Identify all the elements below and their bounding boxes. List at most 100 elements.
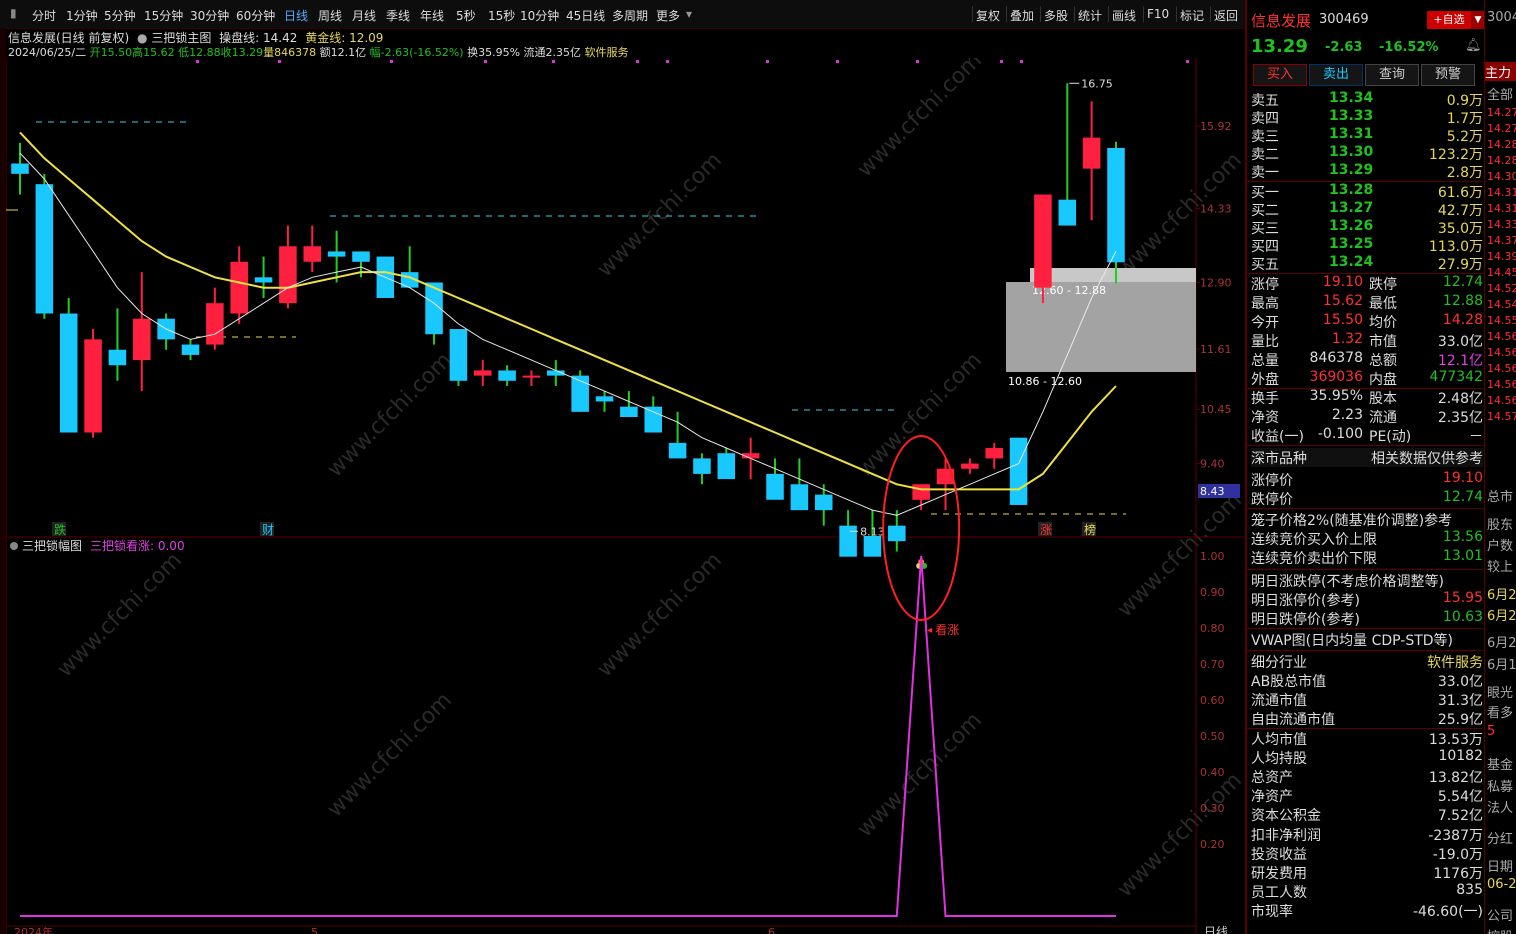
watermark-text: www.cfchi.com <box>1113 488 1245 622</box>
signal-dot <box>836 60 839 63</box>
period-tab-12[interactable]: 15秒 <box>488 7 515 24</box>
fundamental-label: 总资产 <box>1251 770 1293 786</box>
ask-row[interactable]: 卖五 13.34 0.9万 <box>1251 90 1483 109</box>
period-tab-1[interactable]: 1分钟 <box>66 7 98 24</box>
candle <box>59 298 78 433</box>
chevron-down-icon[interactable]: ▼ <box>1471 11 1485 29</box>
bid-row[interactable]: 买一 13.28 61.6万 <box>1251 182 1483 201</box>
period-tab-14[interactable]: 45日线 <box>566 7 605 24</box>
candle-body <box>1082 137 1101 169</box>
far-panel-item: 日期 <box>1487 860 1514 875</box>
fundamental-value: 5.54亿 <box>1437 789 1483 806</box>
more-chevron-icon[interactable]: ▾ <box>686 7 692 21</box>
price-change-pct: -16.52% <box>1379 40 1439 55</box>
ask-label: 卖四 <box>1251 111 1279 127</box>
period-tab-15[interactable]: 多周期 <box>612 7 648 24</box>
signal-dot <box>484 60 487 63</box>
toolbar-button-6[interactable]: 标记 <box>1180 7 1204 24</box>
x-axis-label: 6 <box>768 926 775 934</box>
candle <box>814 484 833 526</box>
period-tab-9[interactable]: 季线 <box>386 7 410 24</box>
toolbar-button-1[interactable]: 叠加 <box>1010 7 1034 24</box>
fundamental-value: 835 <box>1456 882 1483 899</box>
bid-volume: 113.0万 <box>1428 239 1483 255</box>
indicator-name[interactable]: 三把锁主图 <box>151 31 211 45</box>
toolbar-button-0[interactable]: 复权 <box>976 7 1000 24</box>
ask-row[interactable]: 卖三 13.31 5.2万 <box>1251 126 1483 145</box>
divider <box>1247 445 1483 446</box>
stat-row: 外盘 369036 内盘 477342 <box>1251 369 1483 388</box>
limit-label: 涨停价 <box>1251 473 1293 489</box>
add-watch-button[interactable]: +自选 <box>1427 11 1471 29</box>
panel-toggle-icon[interactable]: ▮ <box>10 6 17 20</box>
period-tab-6[interactable]: 日线 <box>284 7 308 24</box>
period-tab-10[interactable]: 年线 <box>420 7 444 24</box>
bid-row[interactable]: 买三 13.26 35.0万 <box>1251 218 1483 237</box>
ask-label: 卖三 <box>1251 129 1279 145</box>
far-panel-item: 看多 <box>1487 706 1514 721</box>
period-tab-4[interactable]: 30分钟 <box>190 7 229 24</box>
candle-body <box>985 448 1003 459</box>
period-tab-5[interactable]: 60分钟 <box>236 7 275 24</box>
period-tab-13[interactable]: 10分钟 <box>520 7 559 24</box>
buy-button[interactable]: 买入 <box>1253 64 1307 86</box>
period-tab-3[interactable]: 15分钟 <box>144 7 183 24</box>
toolbar-separator <box>1040 6 1041 22</box>
sell-button[interactable]: 卖出 <box>1309 64 1363 86</box>
stat-label: 涨停 <box>1251 277 1279 293</box>
period-tab-8[interactable]: 月线 <box>352 7 376 24</box>
signal-label: 看涨 <box>935 622 959 637</box>
bell-icon[interactable]: 🔔︎ <box>1465 38 1482 53</box>
period-tab-0[interactable]: 分时 <box>32 7 56 24</box>
fundamental-row: 市现率 -46.60(一) <box>1251 901 1483 920</box>
stat-row: 涨停 19.10 跌停 12.74 <box>1251 274 1483 293</box>
limit-value: 12.74 <box>1442 489 1483 505</box>
query-button[interactable]: 查询 <box>1365 64 1419 86</box>
period-tab-11[interactable]: 5秒 <box>456 7 476 24</box>
fundamental-row: 资本公积金 7.52亿 <box>1251 805 1483 824</box>
ask-price: 13.30 <box>1329 144 1374 160</box>
candle-body <box>84 339 102 433</box>
candle <box>35 173 54 319</box>
period-tab-7[interactable]: 周线 <box>318 7 342 24</box>
toolbar-button-3[interactable]: 统计 <box>1078 7 1102 24</box>
far-panel-item: 14.56 <box>1487 330 1516 343</box>
candle-body <box>863 536 882 557</box>
ask-row[interactable]: 卖一 13.29 2.8万 <box>1251 162 1483 181</box>
bid-row[interactable]: 买四 13.25 113.0万 <box>1251 236 1483 255</box>
ask-price: 13.34 <box>1329 90 1374 106</box>
op-line <box>19 152 1117 516</box>
bid-label: 买四 <box>1251 239 1279 255</box>
alert-button[interactable]: 预警 <box>1421 64 1475 86</box>
period-tab-16[interactable]: 更多 <box>656 7 680 24</box>
ask-row[interactable]: 卖二 13.30 123.2万 <box>1251 144 1483 163</box>
stat-value: -0.100 <box>1317 426 1363 442</box>
candle-body <box>181 344 200 355</box>
candle <box>961 458 979 474</box>
bid-row[interactable]: 买五 13.24 27.9万 <box>1251 254 1483 273</box>
kline-chart[interactable]: www.cfchi.com www.cfchi.com www.cfchi.com w… <box>6 58 1245 934</box>
quote-panel: 信息发展 300469 +自选 ▼ 13.29 -2.63 -16.52% 🔔︎… <box>1245 0 1515 934</box>
toolbar-button-7[interactable]: 返回 <box>1214 7 1238 24</box>
sub-y-tick-label: 0.70 <box>1200 658 1225 671</box>
stat-value: 2.35亿 <box>1437 410 1483 426</box>
period-tab-2[interactable]: 5分钟 <box>104 7 136 24</box>
candle <box>449 329 468 386</box>
candle <box>790 458 809 511</box>
stat-value: － <box>1469 429 1483 445</box>
bid-row[interactable]: 买二 13.27 42.7万 <box>1251 200 1483 219</box>
far-panel-item: 14.30 <box>1487 170 1516 183</box>
stat-label: PE(动) <box>1369 429 1412 445</box>
bid-price: 13.27 <box>1329 200 1374 216</box>
settings-dot-icon[interactable]: ● <box>137 31 147 45</box>
stat-value: 35.95% <box>1309 388 1363 404</box>
toolbar-button-2[interactable]: 多股 <box>1044 7 1068 24</box>
divider <box>1247 569 1483 570</box>
stat-label: 今开 <box>1251 315 1279 331</box>
toolbar-button-5[interactable]: F10 <box>1147 7 1169 21</box>
deep-header-label: 深市品种 <box>1251 451 1307 467</box>
vwap-title[interactable]: VWAP图(日内均量 CDP-STD等) <box>1251 630 1483 649</box>
candle <box>571 370 589 412</box>
toolbar-button-4[interactable]: 画线 <box>1112 7 1136 24</box>
ask-row[interactable]: 卖四 13.33 1.7万 <box>1251 108 1483 127</box>
